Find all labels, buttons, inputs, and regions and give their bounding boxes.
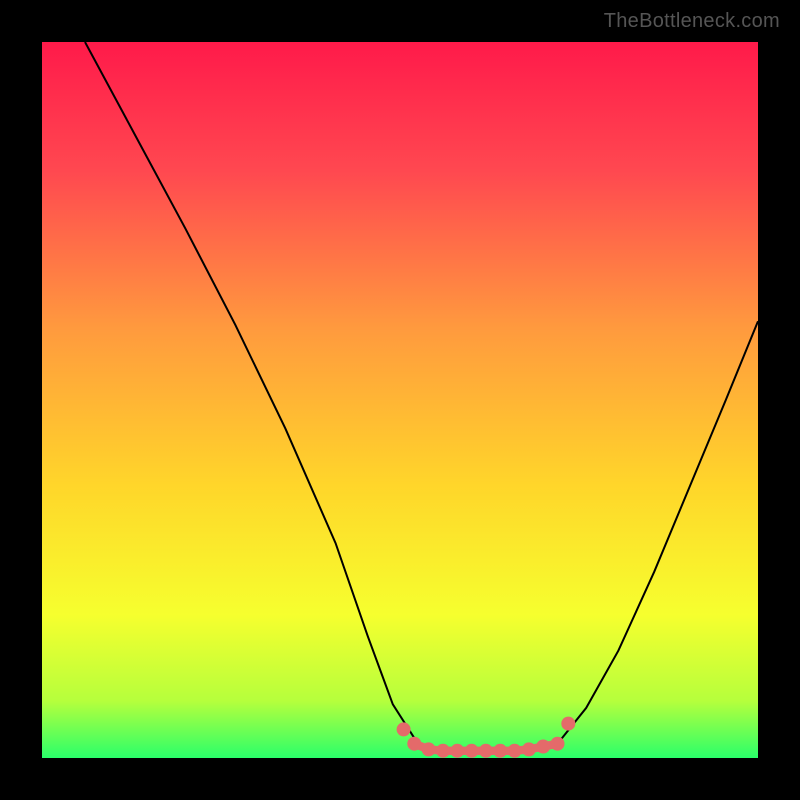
flat-end-dot [561,717,575,731]
gradient-background [42,42,758,758]
chart-svg [42,42,758,758]
flat-end-dot [397,722,411,736]
watermark-text: TheBottleneck.com [604,10,780,33]
chart-frame: TheBottleneck.com [0,0,800,800]
chart-plot-area [42,42,758,758]
